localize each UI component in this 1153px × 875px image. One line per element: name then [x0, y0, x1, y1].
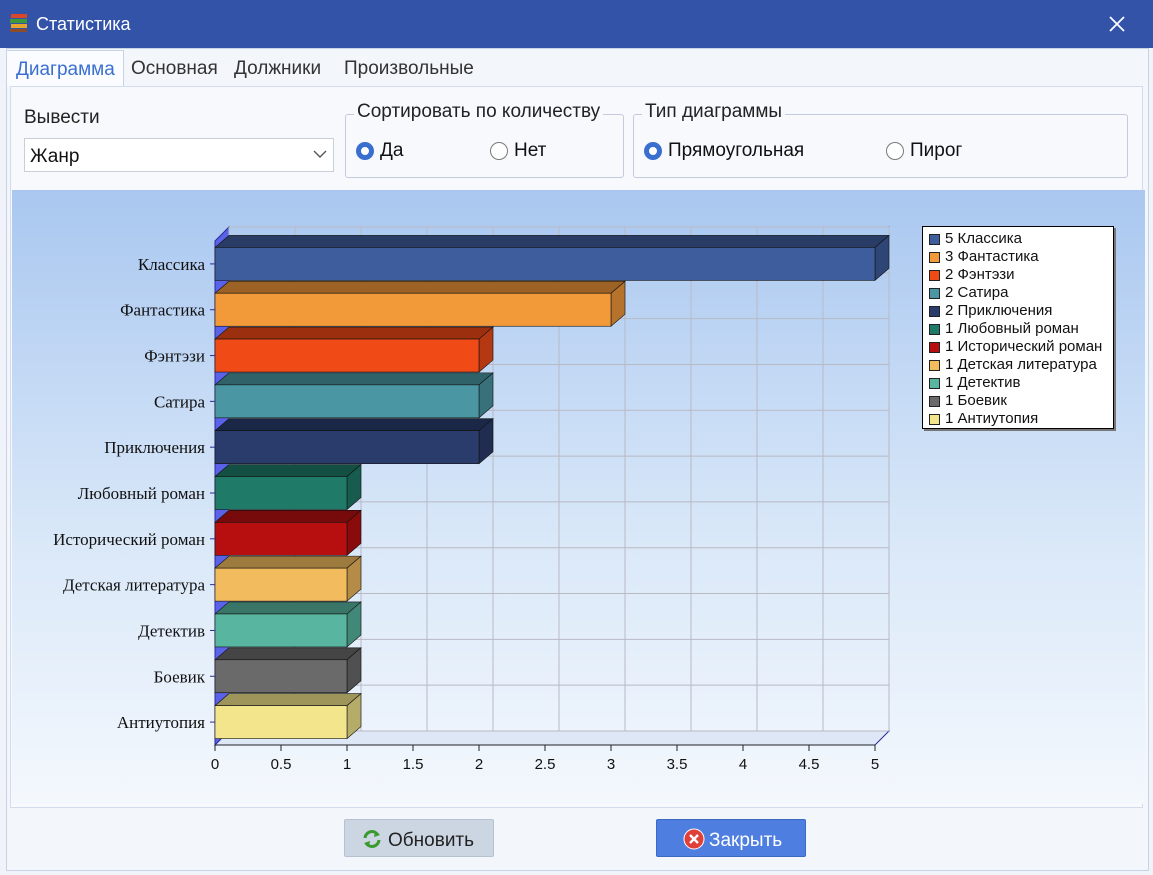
- legend-label: 3 Фантастика: [945, 248, 1039, 265]
- x-tick-label: 3: [607, 756, 615, 773]
- radio-selected-icon: [356, 142, 374, 160]
- refresh-button-label: Обновить: [388, 830, 475, 851]
- x-tick-label: 1.5: [403, 756, 424, 773]
- bar-top-face: [214, 601, 362, 615]
- window-close-button[interactable]: [1081, 0, 1153, 48]
- tab-main[interactable]: Основная: [131, 50, 218, 84]
- chart-type-group-title: Тип диаграммы: [642, 101, 786, 123]
- legend-swatch: [929, 396, 940, 407]
- chart-type-bar-label: Прямоугольная: [668, 140, 805, 161]
- legend-label: 1 Любовный роман: [945, 320, 1079, 337]
- bar-top-face: [214, 464, 362, 477]
- category-label: Антиутопия: [117, 713, 205, 732]
- sort-yes-label: Да: [380, 140, 404, 161]
- x-tick-label: 0: [211, 756, 219, 773]
- x-tick-label: 4.5: [799, 756, 820, 773]
- tab-diagram[interactable]: Диаграмма: [6, 50, 124, 86]
- legend-label: 1 Исторический роман: [945, 338, 1103, 355]
- legend-label: 5 Классика: [945, 230, 1022, 247]
- legend-label: 1 Детектив: [945, 374, 1021, 391]
- sort-group-title: Сортировать по количеству: [354, 101, 604, 123]
- legend-swatch: [929, 342, 940, 353]
- bar-top-face: [214, 280, 626, 294]
- x-tick-label: 2.5: [535, 756, 556, 773]
- bar: [214, 522, 348, 556]
- output-select-value: Жанр: [30, 146, 80, 167]
- bar: [214, 292, 612, 327]
- output-label: Вывести: [24, 107, 100, 128]
- category-label: Приключения: [104, 438, 205, 457]
- x-tick-label: 5: [871, 756, 879, 773]
- sort-group: Сортировать по количеству Да Нет: [345, 101, 624, 178]
- bar-top-face: [214, 693, 362, 706]
- cancel-icon: [683, 828, 705, 850]
- legend-label: 2 Приключения: [945, 302, 1053, 319]
- chart-legend: 5 Классика 3 Фантастика 2 Фэнтэзи 2 Сатира 2…: [922, 226, 1114, 429]
- category-label: Фантастика: [120, 301, 205, 320]
- bar: [214, 567, 348, 602]
- category-label: Классика: [138, 255, 206, 274]
- chevron-down-icon: [313, 150, 327, 158]
- legend-label: 1 Антиутопия: [945, 410, 1039, 427]
- category-label: Исторический роман: [53, 530, 205, 549]
- close-button-label: Закрыть: [709, 830, 783, 851]
- chart-type-pie-label: Пирог: [910, 140, 963, 161]
- bar: [214, 476, 348, 510]
- category-label: Фэнтэзи: [144, 347, 205, 366]
- legend-swatch: [929, 270, 940, 281]
- bar: [214, 613, 348, 648]
- category-label: Детектив: [138, 621, 205, 640]
- radio-unselected-icon: [886, 142, 904, 160]
- books-app-icon: [10, 14, 27, 32]
- bar: [214, 247, 876, 281]
- legend-label: 2 Фэнтэзи: [945, 266, 1015, 283]
- x-tick-label: 0.5: [271, 756, 292, 773]
- chart-type-group: Тип диаграммы Прямоугольная Пирог: [633, 101, 1128, 178]
- x-tick-label: 1: [343, 756, 351, 773]
- refresh-icon: [363, 830, 381, 848]
- legend-swatch: [929, 306, 940, 317]
- bar-top-face: [214, 235, 890, 248]
- category-label: Любовный роман: [78, 484, 205, 503]
- tab-custom-fields[interactable]: Произвольные поля: [344, 50, 474, 117]
- legend-swatch: [929, 360, 940, 371]
- category-label: Детская литература: [63, 576, 206, 595]
- refresh-button[interactable]: Обновить: [344, 819, 494, 857]
- title-bar: Статистика: [0, 0, 1153, 48]
- bar-top-face: [214, 555, 362, 569]
- radio-unselected-icon: [490, 142, 508, 160]
- legend-label: 2 Сатира: [945, 284, 1009, 301]
- sort-no-label: Нет: [514, 140, 547, 161]
- bar-top-face: [214, 372, 494, 386]
- tab-debtors[interactable]: Должники: [234, 50, 321, 84]
- legend-swatch: [929, 234, 940, 245]
- legend-swatch: [929, 252, 940, 263]
- bar-top-face: [214, 326, 494, 340]
- output-select[interactable]: Жанр: [24, 138, 334, 172]
- bar-top-face: [214, 647, 362, 661]
- bar: [214, 338, 480, 373]
- x-tick-label: 4: [739, 756, 747, 773]
- close-icon: [1109, 16, 1125, 32]
- x-tick-label: 3.5: [667, 756, 688, 773]
- bar: [214, 430, 480, 464]
- window-title: Статистика: [36, 14, 131, 34]
- x-tick-label: 2: [475, 756, 483, 773]
- radio-selected-icon: [644, 142, 662, 160]
- legend-swatch: [929, 378, 940, 389]
- bar-top-face: [214, 510, 362, 523]
- category-label: Боевик: [154, 667, 206, 686]
- legend-swatch: [929, 288, 940, 299]
- bar-top-face: [214, 418, 494, 431]
- bar: [214, 705, 348, 739]
- bar: [214, 659, 348, 694]
- legend-label: 1 Боевик: [945, 392, 1007, 409]
- legend-swatch: [929, 414, 940, 425]
- bar: [214, 384, 480, 419]
- statistics-window: Статистика Диаграмма Основная Должники П…: [0, 0, 1153, 875]
- legend-label: 1 Детская литература: [945, 356, 1097, 373]
- legend-swatch: [929, 324, 940, 335]
- category-label: Сатира: [154, 392, 205, 411]
- close-button[interactable]: Закрыть: [656, 819, 806, 857]
